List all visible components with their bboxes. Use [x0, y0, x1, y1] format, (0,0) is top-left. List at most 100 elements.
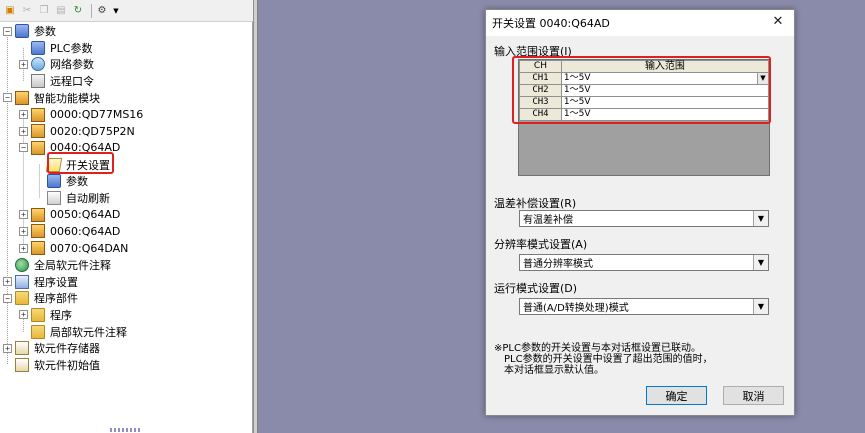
- temp-compensation-label: 温差补偿设置(R): [494, 197, 577, 210]
- local-comment-icon: [31, 324, 45, 339]
- run-mode-label: 运行模式设置(D): [494, 282, 578, 295]
- close-icon[interactable]: ✕: [770, 14, 786, 30]
- new-data-icon[interactable]: ▣: [3, 4, 17, 18]
- copy-icon[interactable]: ❐: [37, 4, 51, 18]
- paste-icon[interactable]: ▤: [54, 4, 68, 18]
- tree-item[interactable]: + 程序设置: [3, 274, 80, 290]
- tree-item[interactable]: 自动刷新: [35, 190, 112, 206]
- collapse-icon[interactable]: −: [3, 26, 12, 36]
- tree-item-label: 程序: [50, 308, 72, 322]
- plc-parameter-icon: [31, 40, 45, 55]
- pane-splitter[interactable]: [254, 0, 258, 433]
- tree-toolbar: ▣ ✂ ❐ ▤ ↻ ⚙ ▼: [0, 0, 253, 22]
- ok-button[interactable]: 确定: [646, 386, 707, 405]
- resolution-mode-select[interactable]: 普通分辨率模式 ▼: [519, 254, 769, 271]
- tree-item-label: 远程口令: [50, 75, 94, 89]
- tree-item[interactable]: 局部软元件注释: [19, 324, 129, 340]
- tree-options-icon[interactable]: ⚙: [95, 4, 109, 18]
- device-memory-icon: [15, 341, 29, 356]
- tree-item-label: 参数: [66, 175, 88, 189]
- resolution-mode-value: 普通分辨率模式: [523, 259, 593, 270]
- switch-setting-dialog: 开关设置 0040:Q64AD ✕ 输入范围设置(I) CH 输入范围 CH1 …: [485, 9, 795, 416]
- module-icon: [31, 241, 45, 256]
- column-header-range: 输入范围: [560, 60, 770, 73]
- chevron-down-icon[interactable]: ▼: [757, 73, 768, 84]
- range-cell-ch1[interactable]: 1～5V ▼: [560, 72, 770, 85]
- table-row: CH1 1～5V ▼: [519, 72, 770, 85]
- note-line: PLC参数的开关设置中设置了超出范围的值时，: [504, 354, 713, 365]
- range-cell-ch3[interactable]: 1～5V: [560, 96, 770, 109]
- intelligent-module-folder-icon: [15, 90, 29, 105]
- expand-icon[interactable]: +: [19, 59, 28, 69]
- tree-item[interactable]: + 程序: [19, 307, 74, 323]
- expand-icon[interactable]: +: [19, 210, 28, 220]
- tree-item[interactable]: 参数: [35, 173, 90, 189]
- tree-item[interactable]: − 智能功能模块: [3, 90, 102, 106]
- tree-item[interactable]: − 0040:Q64AD: [19, 140, 122, 156]
- expand-icon[interactable]: +: [19, 126, 28, 136]
- module-icon: [31, 140, 45, 155]
- collapse-icon[interactable]: −: [3, 93, 12, 103]
- tree-item[interactable]: + 网络参数: [19, 56, 96, 72]
- tree-item[interactable]: + 软元件存储器: [3, 340, 102, 356]
- range-value: 1～5V: [563, 85, 591, 95]
- tree-item[interactable]: 开关设置: [35, 157, 112, 173]
- project-tree-pane: ▣ ✂ ❐ ▤ ↻ ⚙ ▼ − 参数 PLC参数 + 网络参数 远程口令 − 智能功能模块 +0…: [0, 0, 253, 433]
- switch-setting-icon: [45, 157, 63, 172]
- chevron-down-icon[interactable]: ▼: [112, 4, 120, 18]
- tree-item[interactable]: +0000:QD77MS16: [19, 107, 145, 123]
- expand-icon[interactable]: +: [19, 243, 28, 253]
- table-row: CH3 1～5V: [519, 96, 770, 109]
- input-range-label: 输入范围设置(I): [494, 45, 572, 58]
- tree-item-label: 程序部件: [34, 292, 78, 306]
- range-cell-ch2[interactable]: 1～5V: [560, 84, 770, 97]
- collapse-icon[interactable]: −: [19, 143, 28, 153]
- tree-item[interactable]: 全局软元件注释: [3, 257, 113, 273]
- collapse-icon[interactable]: −: [3, 293, 12, 303]
- tree-item-label: PLC参数: [50, 41, 93, 55]
- expand-icon[interactable]: +: [19, 310, 28, 320]
- note-line: 本对话框显示默认值。: [504, 365, 604, 376]
- expand-icon[interactable]: +: [3, 277, 12, 286]
- tree-item[interactable]: 软元件初始值: [3, 357, 102, 373]
- network-parameter-icon: [31, 57, 45, 72]
- tree-item[interactable]: +0060:Q64AD: [19, 223, 122, 239]
- range-cell-ch4[interactable]: 1～5V: [560, 108, 770, 121]
- temp-compensation-select[interactable]: 有温差补偿 ▼: [519, 210, 769, 227]
- tree-item-label: 开关设置: [66, 158, 110, 172]
- module-icon: [31, 107, 45, 122]
- tree-item-label: 0050:Q64AD: [50, 208, 121, 222]
- pane-resize-grip[interactable]: [110, 428, 140, 432]
- linkage-note: ※PLC参数的开关设置与本对话框设置已联动。 PLC参数的开关设置中设置了超出范…: [494, 343, 789, 376]
- chevron-down-icon[interactable]: ▼: [753, 255, 768, 270]
- tree-item[interactable]: +0050:Q64AD: [19, 207, 122, 223]
- range-value: 1～5V: [563, 109, 591, 119]
- tree-item[interactable]: − 参数: [3, 23, 58, 39]
- tree-item-label: 0020:QD75P2N: [50, 124, 135, 138]
- chevron-down-icon[interactable]: ▼: [753, 211, 768, 226]
- tree-item[interactable]: − 程序部件: [3, 290, 80, 306]
- tree-item[interactable]: PLC参数: [19, 40, 94, 56]
- run-mode-select[interactable]: 普通(A/D转换处理)模式 ▼: [519, 298, 769, 315]
- table-row: CH2 1～5V: [519, 84, 770, 97]
- program-folder-icon: [31, 307, 45, 322]
- tree-item[interactable]: +0070:Q64DAN: [19, 240, 130, 256]
- tree-item[interactable]: +0020:QD75P2N: [19, 123, 137, 139]
- chevron-down-icon[interactable]: ▼: [753, 299, 768, 314]
- cancel-button[interactable]: 取消: [723, 386, 784, 405]
- tree-item[interactable]: 远程口令: [19, 73, 96, 89]
- tree-item-label: 软元件初始值: [34, 359, 100, 372]
- tree-item-label: 网络参数: [50, 58, 94, 72]
- tree-item-label: 全局软元件注释: [34, 258, 111, 272]
- refresh-icon[interactable]: ↻: [71, 4, 85, 18]
- expand-icon[interactable]: +: [19, 110, 28, 119]
- column-header-ch: CH: [519, 60, 562, 73]
- program-parts-folder-icon: [15, 291, 29, 306]
- expand-icon[interactable]: +: [3, 343, 12, 353]
- parameter-icon: [47, 174, 61, 189]
- dialog-titlebar: 开关设置 0040:Q64AD: [486, 10, 794, 36]
- cut-icon[interactable]: ✂: [20, 4, 34, 18]
- module-icon: [31, 224, 45, 239]
- expand-icon[interactable]: +: [19, 226, 28, 236]
- run-mode-value: 普通(A/D转换处理)模式: [523, 303, 629, 314]
